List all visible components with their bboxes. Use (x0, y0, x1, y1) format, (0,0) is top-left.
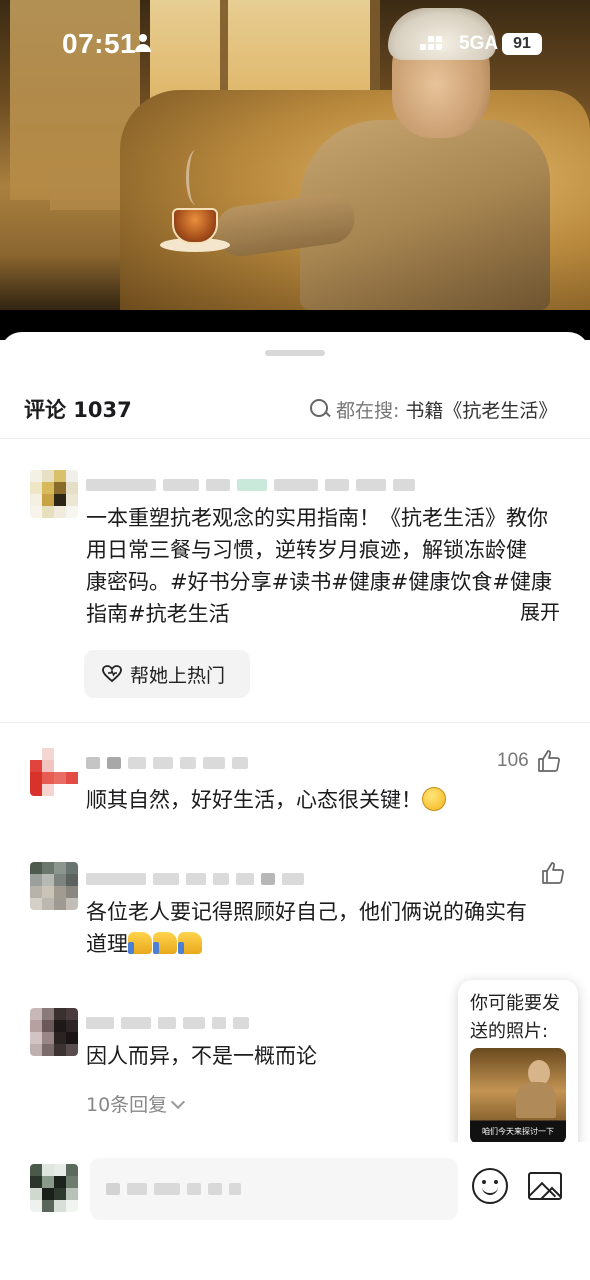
thumbs-up-emoji-icon (153, 932, 177, 954)
comments-header: 评论 1037 都在搜: 书籍《抗老生活》 (0, 382, 590, 438)
avatar[interactable] (30, 862, 78, 910)
search-term: 书籍《抗老生活》 (405, 399, 558, 422)
image-icon[interactable] (528, 1172, 562, 1200)
like-button[interactable] (541, 861, 565, 885)
replies-label: 10条回复 (86, 1094, 168, 1116)
comment-text: 因人而异，不是一概而论 (86, 1040, 317, 1072)
my-avatar[interactable] (30, 1164, 78, 1212)
suggested-photo-popup[interactable]: 你可能要发送的照片: 咱们今天来探讨一下 (458, 980, 578, 1155)
comment-line: 康密码。#好书分享#读书#健康#健康饮食#健康 (86, 570, 552, 594)
comment-line: 一本重塑抗老观念的实用指南！《抗老生活》教你 (86, 506, 548, 530)
username-blurred[interactable] (86, 478, 415, 492)
comment-text: 一本重塑抗老观念的实用指南！《抗老生活》教你 用日常三餐与习惯，逆转岁月痕迹，解… (86, 502, 552, 630)
status-bar: 07:51 5GA 91 (0, 0, 590, 90)
comment-text: 各位老人要记得照顾好自己，他们俩说的确实有 道理 (86, 896, 527, 960)
thumbs-up-icon (537, 750, 560, 772)
sheet-grabber[interactable] (265, 350, 325, 356)
username-blurred[interactable] (86, 756, 248, 770)
person-icon (135, 34, 151, 52)
suggested-photo-thumbnail[interactable]: 咱们今天来探讨一下 (470, 1048, 566, 1144)
comment-line: 因人而异，不是一概而论 (86, 1044, 317, 1068)
like-button[interactable]: 106 (497, 749, 561, 773)
like-count: 106 (497, 750, 529, 771)
tea-cup (172, 208, 218, 244)
search-icon (310, 399, 330, 419)
comment-text: 顺其自然，好好生活，心态很关键！ (86, 784, 446, 816)
username-blurred[interactable] (86, 872, 304, 886)
network-type: 5GA (459, 33, 499, 54)
comment-line: 指南#抗老生活 (86, 602, 230, 626)
avatar[interactable] (30, 470, 78, 518)
chevron-down-icon (171, 1094, 186, 1109)
trending-search-link[interactable]: 都在搜: 书籍《抗老生活》 (310, 394, 557, 424)
avatar[interactable] (30, 748, 78, 796)
smiling-emoji-icon (422, 787, 446, 811)
thumb-caption: 咱们今天来探讨一下 (482, 1127, 554, 1136)
thumbs-up-emoji-icon (178, 932, 202, 954)
comment-input[interactable] (90, 1158, 458, 1220)
thumbs-up-icon (542, 862, 564, 884)
heart-icon (102, 665, 122, 683)
input-placeholder-blurred (106, 1182, 241, 1196)
header-divider (0, 438, 590, 439)
smiley-icon[interactable] (472, 1168, 508, 1204)
comment-line: 各位老人要记得照顾好自己，他们俩说的确实有 (86, 900, 527, 924)
thumb-body (516, 1082, 556, 1118)
thumbs-up-emoji-icon (128, 932, 152, 954)
suggested-photo-text: 你可能要发送的照片: (470, 993, 560, 1042)
username-blurred[interactable] (86, 1016, 249, 1030)
battery-level: 91 (502, 33, 542, 55)
boost-label: 帮她上热门 (130, 664, 226, 687)
comment-line: 顺其自然，好好生活，心态很关键！ (86, 788, 422, 812)
signal-dots-icon (420, 36, 444, 54)
tea-steam (186, 150, 206, 205)
status-time: 07:51 (62, 28, 137, 59)
comment-input-bar (0, 1142, 590, 1280)
comments-count-title: 评论 1037 (24, 398, 132, 422)
avatar[interactable] (30, 1008, 78, 1056)
expand-link[interactable]: 展开 (520, 596, 560, 625)
view-replies-button[interactable]: 10条回复 (86, 1090, 186, 1117)
comment-line: 用日常三餐与习惯，逆转岁月痕迹，解锁冻龄健 (86, 538, 527, 562)
boost-to-trending-button[interactable]: 帮她上热门 (84, 650, 250, 698)
search-prefix: 都在搜: (336, 399, 400, 422)
comment-divider (0, 722, 590, 723)
comment-line-with-emoji: 道理 (86, 928, 527, 960)
